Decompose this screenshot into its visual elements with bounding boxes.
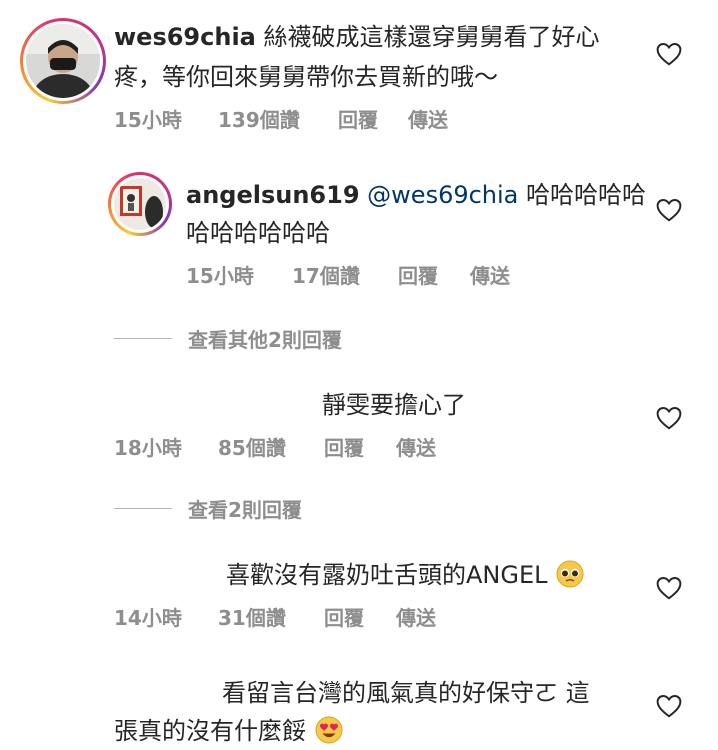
comment-body-line1: 絲襪破成這樣還穿舅舅看了好心 [263,23,600,51]
view-more-replies-label: 查看2則回覆 [188,498,302,522]
reply-mention-link[interactable]: @wes69chia [367,181,518,209]
reply-time: 15小時 [186,264,254,288]
divider-line [114,508,172,509]
like-count[interactable]: 85個讚 [218,432,324,461]
reply-username[interactable]: angelsun619 [186,181,360,209]
heart-eyes-emoji [315,716,343,744]
like-count[interactable]: 31個讚 [218,602,324,631]
avatar-wes69chia[interactable] [20,18,106,104]
comment-time: 14小時 [114,606,182,630]
send-button[interactable]: 傳送 [396,432,436,461]
heart-outline-icon[interactable] [656,42,682,66]
comment-text-line2: 張真的沒有什麼餒 [114,712,344,750]
comment-meta: 15小時 139個讚 回覆 傳送 [114,104,448,133]
reply-text: angelsun619 @wes69chia 哈哈哈哈哈 [186,176,646,214]
reply-button[interactable]: 回覆 [338,104,408,133]
reply-meta: 15小時 17個讚 回覆 傳送 [186,260,510,289]
reply-button[interactable]: 回覆 [324,602,396,631]
comment-meta: 14小時 31個讚 回覆 傳送 [114,602,436,631]
avatar-photo [26,24,100,98]
heart-outline-icon[interactable] [656,406,682,430]
reply-body-line2: 哈哈哈哈哈哈 [186,219,330,247]
reply-body-line1: 哈哈哈哈哈 [526,181,647,209]
comment-meta: 18小時 85個讚 回覆 傳送 [114,432,436,461]
send-button[interactable]: 傳送 [408,104,448,133]
comment-body-line1: 看留言台灣的風氣真的好保守ㄛ 這 [222,679,590,707]
comment-body-line1: 靜雯要擔心了 [322,391,466,419]
reply-button[interactable]: 回覆 [398,260,470,289]
pleading-face-emoji [556,560,584,588]
avatar-angelsun619[interactable] [108,172,172,236]
avatar-artwork-image [114,178,166,230]
heart-outline-icon[interactable] [656,694,682,718]
comment-body-line2: 張真的沒有什麼餒 [114,717,306,745]
heart-outline-icon[interactable] [656,198,682,222]
avatar-person-image [26,24,100,98]
send-button[interactable]: 傳送 [470,260,510,289]
divider-line [114,338,172,339]
view-more-replies-button[interactable]: 查看其他2則回覆 [114,324,342,353]
like-count[interactable]: 17個讚 [292,260,398,289]
view-more-replies-button[interactable]: 查看2則回覆 [114,494,302,523]
comment-time: 15小時 [114,108,182,132]
comment-body-line1: 喜歡沒有露奶吐舌頭的ANGEL [226,561,548,589]
comment-text: wes69chia 絲襪破成這樣還穿舅舅看了好心 [114,18,600,56]
view-more-replies-label: 查看其他2則回覆 [188,328,342,352]
comment-username[interactable]: wes69chia [114,23,256,51]
comment-text: 喜歡沒有露奶吐舌頭的ANGEL [226,556,585,594]
heart-outline-icon[interactable] [656,576,682,600]
send-button[interactable]: 傳送 [396,602,436,631]
comment-time: 18小時 [114,436,182,460]
avatar-photo [114,178,166,230]
like-count[interactable]: 139個讚 [218,104,338,133]
reply-button[interactable]: 回覆 [324,432,396,461]
comment-body-line2: 疼，等你回來舅舅帶你去買新的哦～ [114,63,498,91]
